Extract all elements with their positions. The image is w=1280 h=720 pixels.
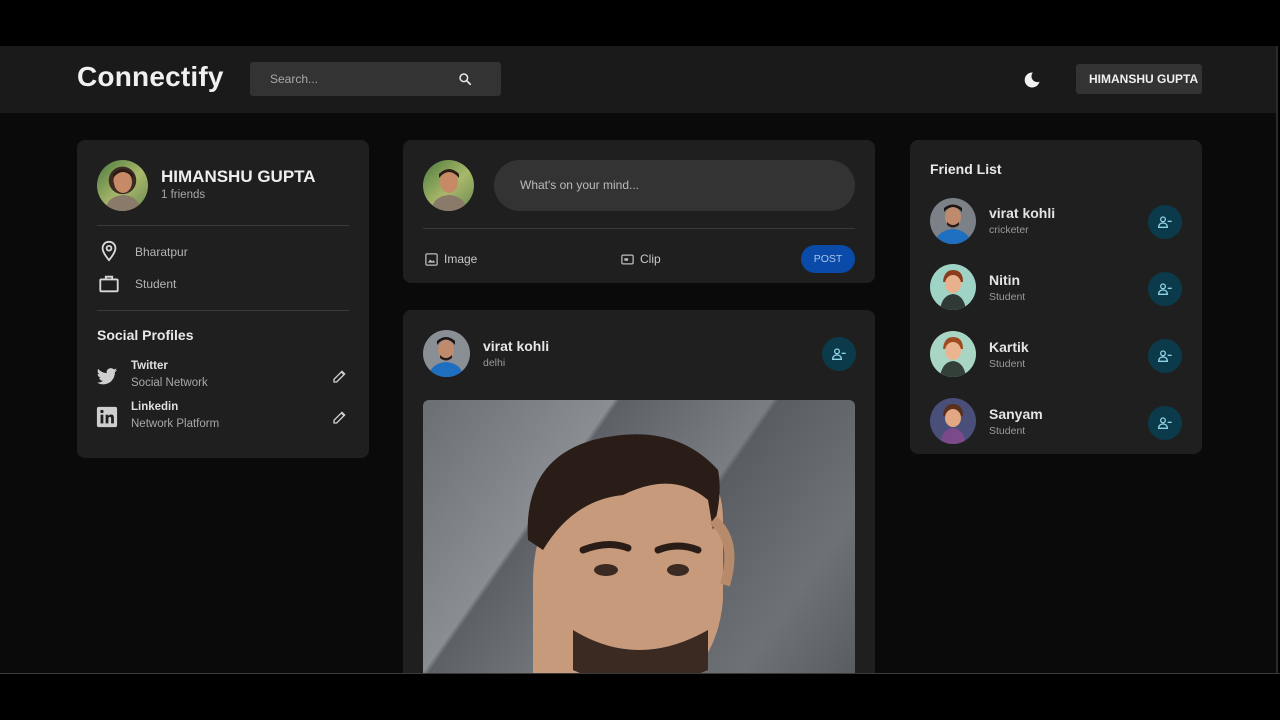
linkedin-icon xyxy=(96,406,118,428)
person-remove-icon xyxy=(1157,350,1172,362)
profile-name[interactable]: HIMANSHU GUPTA xyxy=(161,167,316,187)
letterbox-top xyxy=(0,0,1280,46)
remove-friend-button[interactable] xyxy=(1148,339,1182,373)
friend-avatar[interactable] xyxy=(930,264,976,310)
remove-friend-button[interactable] xyxy=(822,337,856,371)
person-remove-icon xyxy=(1157,417,1172,429)
briefcase-icon xyxy=(99,275,119,293)
feed-post-card: virat kohli delhi xyxy=(403,310,875,673)
social-name-linkedin[interactable]: Linkedin xyxy=(131,401,178,413)
profile-friend-count: 1 friends xyxy=(161,189,206,201)
friend-avatar[interactable] xyxy=(930,198,976,244)
profile-divider-2 xyxy=(97,310,349,311)
post-button[interactable]: POST xyxy=(801,245,855,273)
edit-linkedin-icon[interactable] xyxy=(332,409,348,425)
image-icon[interactable] xyxy=(424,252,439,267)
navbar: Connectify HIMANSHU GUPTA xyxy=(0,46,1276,113)
search-icon[interactable] xyxy=(458,72,472,86)
user-menu-select[interactable]: HIMANSHU GUPTA xyxy=(1076,64,1202,94)
friend-role: Student xyxy=(989,358,1026,370)
profile-divider-1 xyxy=(97,225,349,226)
profile-avatar[interactable] xyxy=(97,160,148,211)
composer-divider xyxy=(423,228,855,229)
friend-name[interactable]: Kartik xyxy=(989,339,1029,355)
social-profiles-title: Social Profiles xyxy=(97,327,194,343)
person-remove-icon xyxy=(831,348,846,360)
image-option-label[interactable]: Image xyxy=(444,252,477,266)
composer-avatar[interactable] xyxy=(423,160,474,211)
friend-role: Student xyxy=(989,291,1026,303)
friend-role: cricketer xyxy=(989,224,1029,236)
remove-friend-button[interactable] xyxy=(1148,205,1182,239)
app-window: Connectify HIMANSHU GUPTA HIMANSHU GUPTA… xyxy=(0,46,1278,673)
remove-friend-button[interactable] xyxy=(1148,272,1182,306)
friend-list-card: Friend List virat kohli cricketer Nitin … xyxy=(910,140,1202,454)
remove-friend-button[interactable] xyxy=(1148,406,1182,440)
profile-occupation: Student xyxy=(135,277,177,291)
friend-item: Sanyam Student xyxy=(910,398,1202,448)
person-remove-icon xyxy=(1157,283,1172,295)
friend-name[interactable]: Sanyam xyxy=(989,406,1043,422)
social-name-twitter[interactable]: Twitter xyxy=(131,360,168,372)
friend-item: Kartik Student xyxy=(910,331,1202,381)
friend-role: Student xyxy=(989,425,1026,437)
friend-avatar[interactable] xyxy=(930,331,976,377)
search-bar xyxy=(250,62,501,96)
friend-item: virat kohli cricketer xyxy=(910,197,1202,247)
social-type-twitter: Social Network xyxy=(131,377,208,389)
post-author-avatar[interactable] xyxy=(423,330,470,377)
post-author-name[interactable]: virat kohli xyxy=(483,338,549,354)
friend-name[interactable]: Nitin xyxy=(989,272,1020,288)
location-icon xyxy=(101,240,117,262)
post-input[interactable]: What's on your mind... xyxy=(494,160,855,211)
person-remove-icon xyxy=(1157,216,1172,228)
friend-name[interactable]: virat kohli xyxy=(989,205,1055,221)
friend-item: Nitin Student xyxy=(910,264,1202,314)
profile-location: Bharatpur xyxy=(135,245,188,259)
friend-list-title: Friend List xyxy=(930,161,1002,177)
clip-icon[interactable] xyxy=(620,252,635,267)
clip-option-label[interactable]: Clip xyxy=(640,252,661,266)
app-logo[interactable]: Connectify xyxy=(77,61,224,93)
profile-card: HIMANSHU GUPTA 1 friends Bharatpur Stude… xyxy=(77,140,369,458)
dark-mode-toggle-icon[interactable] xyxy=(1022,70,1042,90)
edit-twitter-icon[interactable] xyxy=(332,368,348,384)
search-input[interactable] xyxy=(250,62,450,96)
social-type-linkedin: Network Platform xyxy=(131,418,220,430)
post-author-location: delhi xyxy=(483,357,506,369)
letterbox-bottom xyxy=(0,673,1280,720)
composer-card: What's on your mind... Image Clip POST xyxy=(403,140,875,283)
friend-avatar[interactable] xyxy=(930,398,976,444)
post-image[interactable] xyxy=(423,400,855,673)
twitter-icon xyxy=(96,368,118,385)
